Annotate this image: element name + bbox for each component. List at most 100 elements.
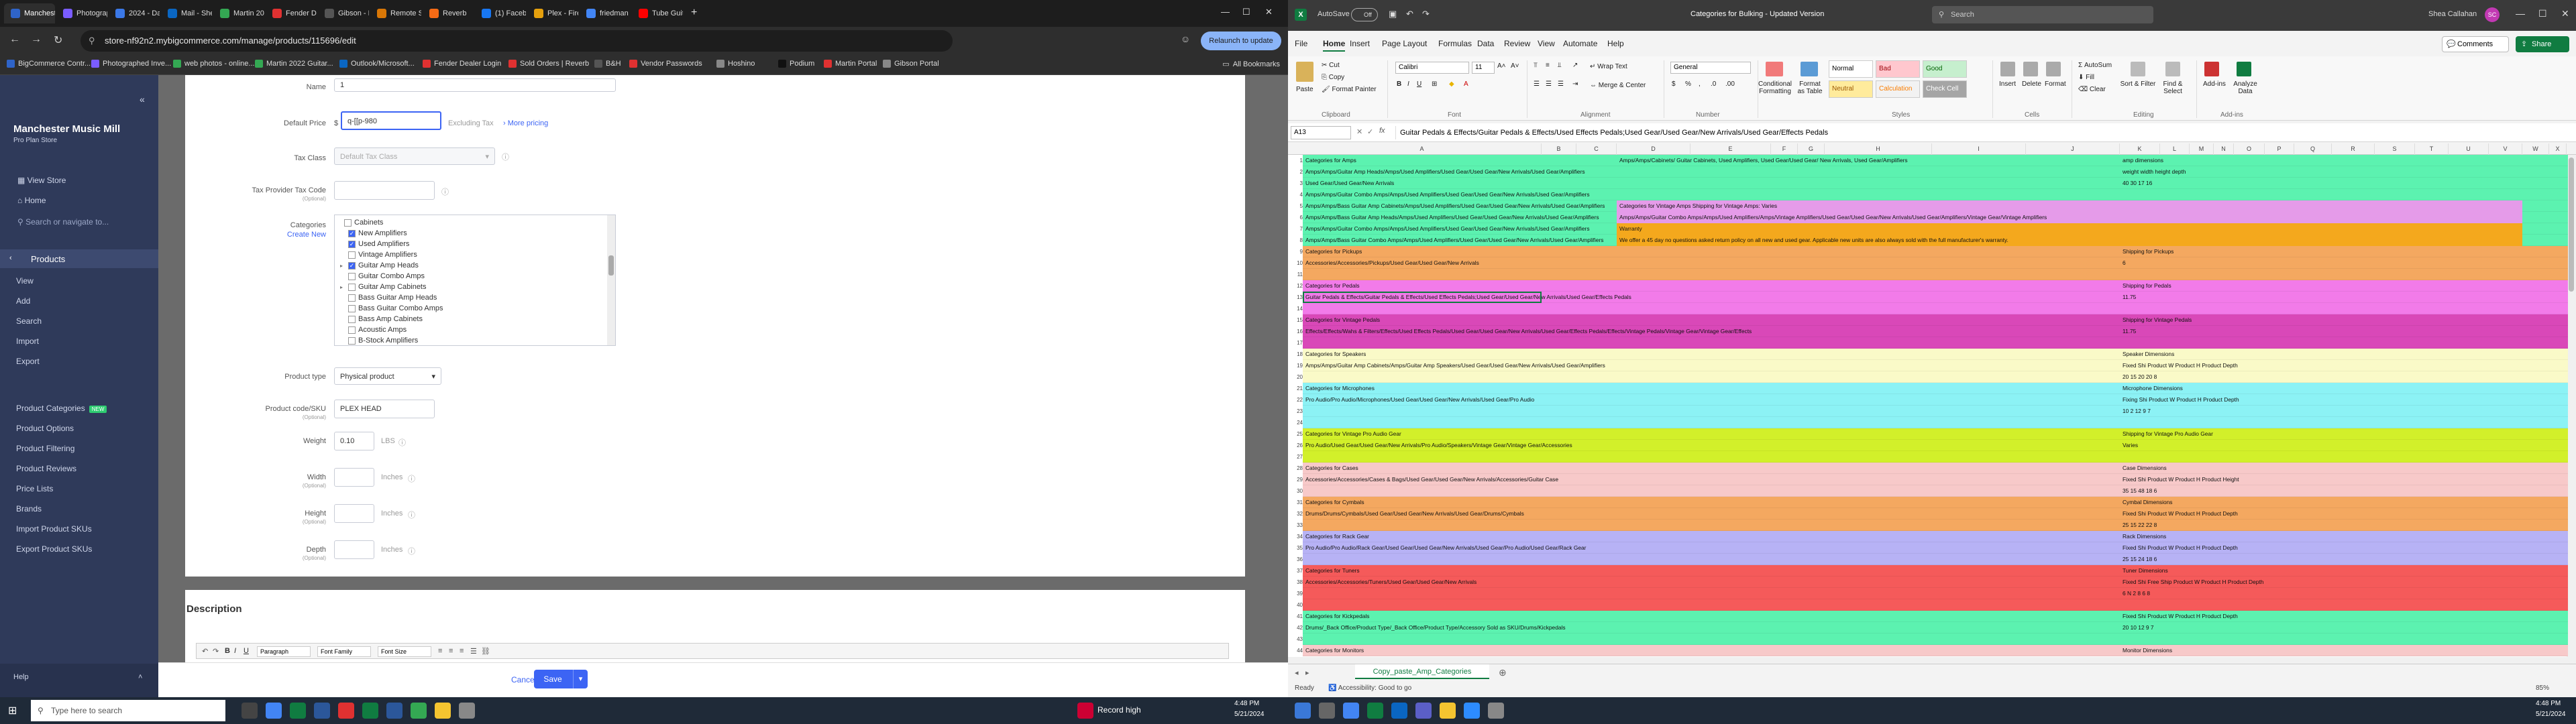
table-cell[interactable]: Fixed Shi Product W Product H Product De… xyxy=(2123,613,2238,619)
table-cell[interactable]: Amps/Amps/Guitar Combo Amps/Amps/Used Am… xyxy=(1305,225,1590,232)
table-cell[interactable]: 25 15 24 18 6 xyxy=(2123,556,2157,562)
bold-icon[interactable]: B xyxy=(225,647,230,655)
category-checkbox[interactable]: ✓ xyxy=(348,229,356,237)
nav-item[interactable]: Brands xyxy=(16,504,42,514)
find-select-icon[interactable] xyxy=(2165,62,2180,76)
save-button[interactable]: Save xyxy=(534,670,572,688)
row-header[interactable]: 2 xyxy=(1288,169,1303,175)
row-header[interactable]: 18 xyxy=(1288,351,1303,357)
zoom-level[interactable]: 85% xyxy=(2536,684,2549,692)
analyze-data-button[interactable]: Analyze Data xyxy=(2229,80,2262,95)
browser-tab[interactable]: Martin 202 xyxy=(213,3,264,23)
table-cell[interactable]: Categories for Speakers xyxy=(1305,351,1366,357)
indent-icon[interactable]: ⇥ xyxy=(1572,80,1578,88)
cell-style-option[interactable]: Good xyxy=(1923,60,1967,78)
nav-item[interactable]: Product Categories NEW xyxy=(16,404,107,413)
menu-tab-data[interactable]: Data xyxy=(1477,39,1494,48)
insert-cells-icon[interactable] xyxy=(2000,62,2015,76)
row-header[interactable]: 33 xyxy=(1288,522,1303,528)
delete-cells-button[interactable]: Delete xyxy=(2022,80,2041,88)
category-checkbox[interactable] xyxy=(348,326,356,334)
nav-item[interactable]: Product Filtering xyxy=(16,444,74,453)
home-link[interactable]: ⌂ Home xyxy=(17,196,46,205)
row-header[interactable]: 9 xyxy=(1288,249,1303,255)
category-item[interactable]: Bass Guitar Amp Heads xyxy=(335,293,437,302)
font-color-icon[interactable]: A xyxy=(1464,80,1468,88)
info-icon[interactable]: ⓘ xyxy=(408,509,415,520)
info-icon[interactable]: ⓘ xyxy=(398,437,406,448)
category-checkbox[interactable]: ✓ xyxy=(348,240,356,248)
row-header[interactable]: 34 xyxy=(1288,534,1303,540)
cancel-entry-icon[interactable]: ✕ xyxy=(1356,127,1362,136)
site-info-icon[interactable]: ⚲ xyxy=(89,30,95,52)
back-icon[interactable]: ← xyxy=(9,34,20,46)
table-cell[interactable]: Pro Audio/Used Gear/Used Gear/New Arriva… xyxy=(1305,442,1572,448)
table-cell[interactable]: 10 2 12 9 7 xyxy=(2123,408,2151,414)
more-pricing-link[interactable]: › More pricing xyxy=(503,119,548,127)
table-cell[interactable]: amp dimensions xyxy=(2123,157,2163,164)
name-box[interactable]: A13 xyxy=(1291,126,1351,139)
table-cell[interactable]: Amps/Amps/Bass Guitar Amp Heads/Amps/Use… xyxy=(1305,214,1599,221)
redo-icon[interactable]: ↷ xyxy=(213,647,219,656)
merge-center-button[interactable]: ⇔ Merge & Center xyxy=(1590,82,1646,89)
row-header[interactable]: 14 xyxy=(1288,306,1303,312)
info-icon[interactable]: ⓘ xyxy=(441,186,449,197)
cell-style-option[interactable]: Check Cell xyxy=(1923,80,1967,98)
nav-export[interactable]: Export xyxy=(16,357,40,366)
increase-decimal-icon[interactable]: .0 xyxy=(1711,80,1716,88)
sheet-grid[interactable]: 1 Categories for Amps Amps/Amps/Cabinets/ … xyxy=(1288,155,2576,657)
addins-icon[interactable] xyxy=(2204,62,2219,76)
row-header[interactable]: 22 xyxy=(1288,397,1303,403)
category-checkbox[interactable] xyxy=(344,219,352,227)
format-painter-button[interactable]: 🖌 Format Painter xyxy=(1322,86,1377,93)
outlook-icon[interactable] xyxy=(1391,703,1407,719)
align-center-icon[interactable]: ≡ xyxy=(449,647,453,655)
category-item[interactable]: B-Stock Amplifiers xyxy=(335,336,418,345)
table-cell[interactable]: Categories for Pedals xyxy=(1305,282,1360,289)
column-header[interactable]: A xyxy=(1303,143,1542,155)
table-cell[interactable]: Speaker Dimensions xyxy=(2123,351,2174,357)
teams-icon[interactable] xyxy=(1415,703,1432,719)
sheet-tab[interactable]: Copy_paste_Amp_Categories xyxy=(1355,664,1489,679)
all-bookmarks-button[interactable]: ▭ All Bookmarks xyxy=(1222,60,1280,69)
font-name-select[interactable]: Calibri xyxy=(1395,62,1469,74)
function-icon[interactable]: fx xyxy=(1379,127,1385,135)
chrome-icon[interactable] xyxy=(266,703,282,719)
cell-style-option[interactable]: Normal xyxy=(1829,60,1873,78)
table-cell[interactable]: Shipping for Vintage Pro Audio Gear xyxy=(2123,430,2213,437)
table-cell[interactable]: 6 N 2 8 6 8 xyxy=(2123,590,2150,597)
paste-button[interactable]: Paste xyxy=(1296,86,1313,93)
column-header[interactable]: O xyxy=(2234,143,2265,155)
forward-icon[interactable]: → xyxy=(31,34,42,46)
row-header[interactable]: 23 xyxy=(1288,408,1303,414)
table-cell[interactable]: Categories for Vintage Pro Audio Gear xyxy=(1305,430,1401,437)
clear-button[interactable]: ⌫ Clear xyxy=(2078,86,2106,93)
depth-input[interactable] xyxy=(334,540,374,559)
conditional-format-icon[interactable] xyxy=(1766,62,1783,76)
comments-button[interactable]: 💬 Comments xyxy=(2442,36,2509,52)
share-button[interactable]: ⇪ Share xyxy=(2516,36,2569,52)
align-left-icon[interactable]: ≡ xyxy=(438,647,442,655)
table-cell[interactable]: Categories for Vintage Pedals xyxy=(1305,316,1380,323)
italic-icon[interactable]: I xyxy=(1407,80,1409,88)
category-item[interactable]: ✓ Used Amplifiers xyxy=(335,239,409,249)
clock-date[interactable]: 5/21/2024 xyxy=(2536,711,2566,718)
bookmark-link[interactable]: Sold Orders | Reverb xyxy=(508,60,589,68)
width-input[interactable] xyxy=(334,468,374,487)
undo-icon[interactable]: ↶ xyxy=(1406,9,1413,19)
menu-tab-view[interactable]: View xyxy=(1538,39,1555,48)
category-item[interactable]: Vintage Amplifiers xyxy=(335,250,417,259)
row-header[interactable]: 26 xyxy=(1288,442,1303,448)
addins-button[interactable]: Add-ins xyxy=(2203,80,2226,88)
photos-icon[interactable] xyxy=(1488,703,1504,719)
wrap-text-button[interactable]: ↵ Wrap Text xyxy=(1590,63,1627,70)
sort-filter-button[interactable]: Sort & Filter xyxy=(2120,80,2156,88)
browser-tab[interactable]: Photograph xyxy=(56,3,107,23)
row-header[interactable]: 7 xyxy=(1288,226,1303,232)
word-icon[interactable] xyxy=(314,703,330,719)
category-item[interactable]: Guitar Combo Amps xyxy=(335,272,425,281)
nav-item[interactable]: Product Options xyxy=(16,424,74,433)
align-left-icon[interactable]: ☰ xyxy=(1534,80,1540,88)
menu-tab-review[interactable]: Review xyxy=(1504,39,1530,48)
clock-date[interactable]: 5/21/2024 xyxy=(1234,711,1265,718)
